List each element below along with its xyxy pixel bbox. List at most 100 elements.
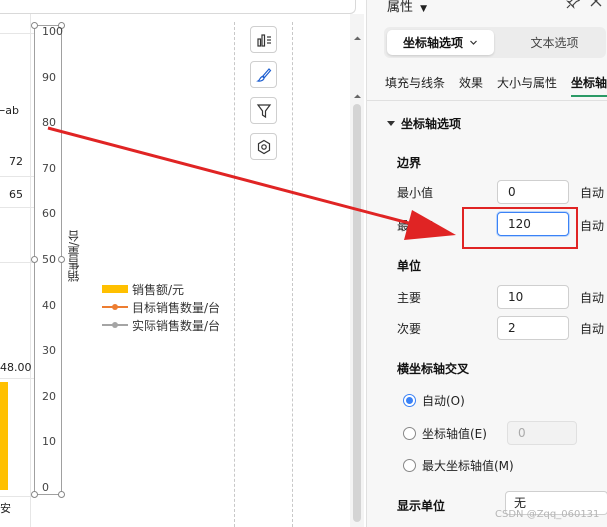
- chart-area: ←ab 72 65 48.00 安 100 90 80 70 60 50 40 30 20 10 0…: [0, 0, 366, 527]
- grid-line: [0, 33, 34, 34]
- divider: [367, 100, 607, 101]
- axis-tick-label: 90: [42, 70, 56, 84]
- chevron-down-icon: [470, 40, 477, 45]
- max-auto-button[interactable]: 自动: [580, 217, 604, 234]
- grid-line: [0, 207, 34, 208]
- grid-line: [0, 496, 34, 497]
- chart-settings-icon: [257, 139, 270, 154]
- grid-line: [0, 262, 34, 263]
- cross-axis-value-input[interactable]: 0: [507, 421, 577, 445]
- resize-handle[interactable]: [31, 491, 38, 498]
- legend-label: 目标销售数量/台: [132, 300, 221, 315]
- radio-label: 最大坐标轴值(M): [422, 459, 514, 473]
- min-value-input[interactable]: 0: [497, 180, 569, 204]
- subtab-fill-line[interactable]: 填充与线条: [385, 74, 445, 91]
- chart-filter-icon: [256, 103, 271, 118]
- radio-button[interactable]: [403, 427, 416, 440]
- axis-tick-label: 60: [42, 207, 56, 221]
- display-unit-label: 显示单位: [397, 499, 446, 513]
- grid-line: [0, 176, 34, 177]
- chart-legend[interactable]: 销售额/元 目标销售数量/台 实际销售数量/台: [102, 280, 220, 334]
- radio-button[interactable]: [403, 394, 416, 407]
- legend-swatch-line: [102, 302, 128, 312]
- page-break-line: [292, 22, 293, 527]
- minor-auto-button[interactable]: 自动: [580, 320, 604, 337]
- axis-tick-label: 80: [42, 116, 56, 130]
- max-value-input[interactable]: 120: [497, 212, 569, 236]
- radio-button[interactable]: [403, 459, 416, 472]
- chart-bar[interactable]: [0, 382, 8, 490]
- axis-tick-label: 20: [42, 389, 56, 403]
- max-label: 最大值: [397, 219, 434, 233]
- section-label: 坐标轴选项: [401, 117, 462, 131]
- subtab-size-properties[interactable]: 大小与属性: [497, 74, 557, 91]
- data-label: 48.00: [0, 361, 32, 374]
- major-auto-button[interactable]: 自动: [580, 289, 604, 306]
- tab-axis-options[interactable]: 坐标轴选项: [387, 30, 494, 55]
- major-unit-input[interactable]: 10: [497, 285, 569, 309]
- chart-style-button[interactable]: [250, 61, 277, 88]
- axis-tick-label: 40: [42, 298, 56, 312]
- bounds-title: 边界: [397, 156, 422, 170]
- chevron-down-icon: ▼: [420, 4, 428, 14]
- subtab-axis[interactable]: 坐标轴: [571, 74, 607, 97]
- cell-value[interactable]: 65: [9, 188, 23, 201]
- min-auto-button[interactable]: 自动: [580, 184, 604, 201]
- chart-elements-button[interactable]: [250, 26, 277, 53]
- legend-item[interactable]: 销售额/元: [102, 280, 220, 298]
- scroll-up-icon[interactable]: [353, 34, 362, 43]
- property-subtabs: 填充与线条 效果 大小与属性 坐标轴: [385, 74, 607, 97]
- axis-title[interactable]: 销售量/台: [65, 230, 83, 282]
- major-label: 主要: [397, 291, 422, 305]
- panel-title[interactable]: 属性 ▼: [387, 0, 427, 15]
- scroll-up-icon[interactable]: [353, 92, 362, 101]
- watermark: CSDN @Zqq_060131: [495, 509, 600, 520]
- pin-icon[interactable]: [565, 0, 581, 10]
- chart-settings-button[interactable]: [250, 133, 277, 160]
- formula-bar[interactable]: [0, 0, 356, 14]
- collapse-triangle-icon: [387, 121, 395, 126]
- chart-style-brush-icon: [255, 67, 271, 82]
- resize-handle[interactable]: [31, 256, 38, 263]
- tab-text-options[interactable]: 文本选项: [507, 30, 602, 55]
- resize-handle[interactable]: [31, 22, 38, 29]
- axis-cross-title: 横坐标轴交叉: [397, 362, 470, 376]
- radio-label: 自动(O): [422, 394, 465, 408]
- legend-label: 实际销售数量/台: [132, 318, 221, 333]
- units-title: 单位: [397, 259, 422, 273]
- axis-tick-label: 50: [42, 253, 56, 266]
- axis-tick-label: 0: [42, 481, 49, 494]
- legend-item[interactable]: 目标销售数量/台: [102, 298, 220, 316]
- axis-tick-label: 30: [42, 344, 56, 358]
- options-segmented-control: 坐标轴选项 文本选项: [384, 27, 606, 58]
- axis-tick-label: 10: [42, 435, 56, 449]
- radio-cross-auto[interactable]: 自动(O): [403, 392, 465, 409]
- legend-swatch-line: [102, 320, 128, 330]
- cell-value[interactable]: 72: [9, 155, 23, 168]
- page-break-line: [234, 22, 235, 527]
- category-label: 安: [0, 502, 11, 515]
- radio-cross-axis-value[interactable]: 坐标轴值(E): [403, 425, 487, 442]
- legend-label: 销售额/元: [132, 282, 185, 297]
- minor-unit-input[interactable]: 2: [497, 316, 569, 340]
- min-label: 最小值: [397, 186, 434, 200]
- grid-line: [30, 14, 31, 527]
- panel-title-text: 属性: [387, 0, 414, 15]
- cell-value[interactable]: ←ab: [0, 104, 19, 117]
- close-icon[interactable]: [589, 0, 603, 8]
- legend-item[interactable]: 实际销售数量/台: [102, 316, 220, 334]
- legend-swatch-bar: [102, 284, 128, 294]
- tab-label: 坐标轴选项: [402, 36, 463, 50]
- radio-cross-max[interactable]: 最大坐标轴值(M): [403, 457, 514, 474]
- section-axis-options[interactable]: 坐标轴选项: [387, 115, 461, 132]
- radio-label: 坐标轴值(E): [422, 427, 487, 441]
- axis-tick-label: 70: [42, 161, 56, 175]
- properties-panel: 属性 ▼ 坐标轴选项 文本选项 填充与线条 效果 大小与属性 坐标轴 坐标轴选项…: [366, 0, 607, 527]
- chart-filter-button[interactable]: [250, 97, 277, 124]
- minor-label: 次要: [397, 322, 422, 336]
- subtab-effects[interactable]: 效果: [459, 74, 483, 91]
- chart-elements-icon: [256, 33, 271, 47]
- grid-line: [0, 378, 34, 379]
- axis-tick-label: 100: [42, 25, 63, 38]
- scroll-thumb[interactable]: [353, 104, 361, 522]
